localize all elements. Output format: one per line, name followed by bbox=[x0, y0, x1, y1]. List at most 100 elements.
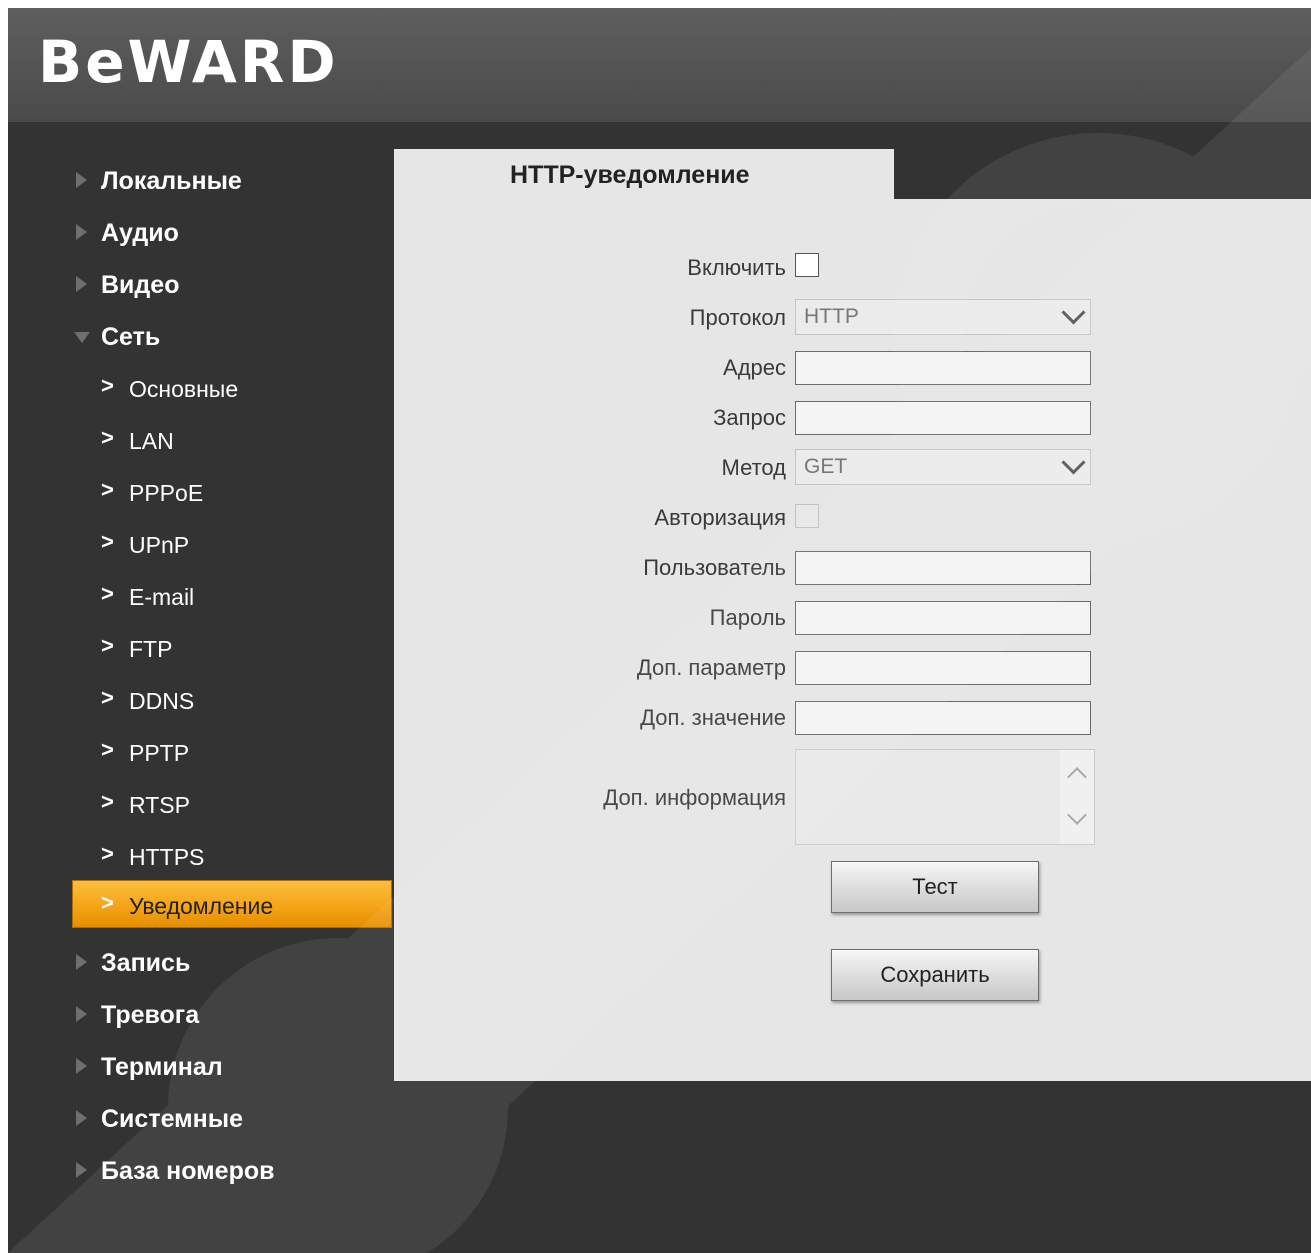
password-input[interactable] bbox=[795, 601, 1091, 635]
sidebar-item-upnp[interactable]: > UPnP bbox=[8, 520, 398, 568]
sidebar-item-label: RTSP bbox=[129, 792, 190, 818]
scroll-down-icon[interactable] bbox=[1067, 805, 1087, 825]
request-label: Запрос bbox=[713, 405, 786, 430]
chevron-right-icon: > bbox=[101, 373, 114, 398]
request-input[interactable] bbox=[795, 401, 1091, 435]
sidebar-item-label: Системные bbox=[101, 1105, 243, 1133]
chevron-right-icon: > bbox=[101, 737, 114, 762]
sidebar-item-ddns[interactable]: > DDNS bbox=[8, 676, 398, 724]
app-window: BeWARD Локальные Аудио Видео Сеть > Осно… bbox=[8, 8, 1311, 1253]
sidebar-item-label: Терминал bbox=[101, 1053, 223, 1081]
row-protocol: Протокол HTTP bbox=[394, 299, 1311, 337]
method-value: GET bbox=[804, 455, 848, 478]
settings-panel: Включить Протокол HTTP Адрес Запрос Мето… bbox=[394, 199, 1311, 1081]
tab-http-notification[interactable]: HTTP-уведомление bbox=[394, 149, 894, 201]
sidebar-item-label: Запись bbox=[101, 949, 191, 977]
address-input[interactable] bbox=[795, 351, 1091, 385]
sidebar-item-label: FTP bbox=[129, 636, 173, 662]
sidebar-item-label: Видео bbox=[101, 271, 180, 299]
collapsed-triangle-icon bbox=[76, 954, 87, 970]
protocol-label: Протокол bbox=[689, 305, 786, 330]
chevron-down-icon bbox=[1061, 450, 1086, 475]
sidebar-item-label: E-mail bbox=[129, 584, 195, 610]
sidebar-item-ftp[interactable]: > FTP bbox=[8, 624, 398, 672]
sidebar-item-pptp[interactable]: > PPTP bbox=[8, 728, 398, 776]
expanded-triangle-icon bbox=[74, 332, 90, 343]
row-method: Метод GET bbox=[394, 449, 1311, 487]
sidebar-item-email[interactable]: > E-mail bbox=[8, 572, 398, 620]
sidebar-item-label: База номеров bbox=[101, 1157, 275, 1185]
sidebar-item-pppoe[interactable]: > PPPoE bbox=[8, 468, 398, 516]
sidebar-item-local[interactable]: Локальные bbox=[8, 156, 398, 204]
collapsed-triangle-icon bbox=[76, 1110, 87, 1126]
extra-value-label: Доп. значение bbox=[640, 705, 786, 730]
collapsed-triangle-icon bbox=[76, 172, 87, 188]
sidebar-item-number-base[interactable]: База номеров bbox=[8, 1146, 398, 1194]
sidebar-item-lan[interactable]: > LAN bbox=[8, 416, 398, 464]
enable-label: Включить bbox=[687, 255, 786, 280]
chevron-right-icon: > bbox=[101, 581, 114, 606]
row-extra-value: Доп. значение bbox=[394, 699, 1311, 737]
sidebar-item-label: Основные bbox=[129, 376, 239, 402]
protocol-select[interactable]: HTTP bbox=[795, 299, 1091, 335]
save-button[interactable]: Сохранить bbox=[831, 949, 1039, 1001]
test-button[interactable]: Тест bbox=[831, 861, 1039, 913]
extra-info-label: Доп. информация bbox=[603, 785, 786, 810]
sidebar-item-label: UPnP bbox=[129, 532, 190, 558]
textarea-scrollbar[interactable] bbox=[1060, 750, 1094, 844]
sidebar-item-label: Тревога bbox=[101, 1001, 200, 1029]
sidebar-item-network[interactable]: Сеть bbox=[8, 312, 398, 360]
auth-checkbox[interactable] bbox=[795, 504, 819, 528]
row-user: Пользователь bbox=[394, 549, 1311, 587]
tab-title: HTTP-уведомление bbox=[510, 161, 750, 189]
sidebar-item-notification[interactable]: > Уведомление bbox=[72, 880, 392, 928]
sidebar-item-label: HTTPS bbox=[129, 844, 205, 870]
password-label: Пароль bbox=[709, 605, 786, 630]
collapsed-triangle-icon bbox=[76, 276, 87, 292]
chevron-right-icon: > bbox=[101, 425, 114, 450]
brand-logo: BeWARD bbox=[38, 28, 339, 96]
row-enable: Включить bbox=[394, 249, 1311, 287]
row-address: Адрес bbox=[394, 349, 1311, 387]
header-bar: BeWARD bbox=[8, 8, 1311, 122]
chevron-right-icon: > bbox=[101, 529, 114, 554]
chevron-right-icon: > bbox=[101, 685, 114, 710]
sidebar-item-terminal[interactable]: Терминал bbox=[8, 1042, 398, 1090]
scroll-up-icon[interactable] bbox=[1067, 767, 1087, 787]
collapsed-triangle-icon bbox=[76, 1058, 87, 1074]
sidebar-item-label: DDNS bbox=[129, 688, 195, 714]
row-request: Запрос bbox=[394, 399, 1311, 437]
chevron-down-icon bbox=[1061, 300, 1086, 325]
collapsed-triangle-icon bbox=[76, 1006, 87, 1022]
chevron-right-icon: > bbox=[101, 477, 114, 502]
user-label: Пользователь bbox=[643, 555, 786, 580]
collapsed-triangle-icon bbox=[76, 224, 87, 240]
user-input[interactable] bbox=[795, 551, 1091, 585]
sidebar-item-record[interactable]: Запись bbox=[8, 938, 398, 986]
method-label: Метод bbox=[721, 455, 787, 480]
sidebar-item-system[interactable]: Системные bbox=[8, 1094, 398, 1142]
sidebar-item-alarm[interactable]: Тревога bbox=[8, 990, 398, 1038]
protocol-value: HTTP bbox=[804, 305, 859, 328]
sidebar-item-label: PPTP bbox=[129, 740, 190, 766]
row-password: Пароль bbox=[394, 599, 1311, 637]
chevron-right-icon: > bbox=[101, 890, 114, 915]
method-select[interactable]: GET bbox=[795, 449, 1091, 485]
sidebar-item-https[interactable]: > HTTPS bbox=[8, 832, 398, 880]
sidebar-item-rtsp[interactable]: > RTSP bbox=[8, 780, 398, 828]
extra-info-textarea[interactable] bbox=[795, 749, 1095, 845]
address-label: Адрес bbox=[723, 355, 786, 380]
enable-checkbox[interactable] bbox=[795, 253, 819, 277]
sidebar-item-audio[interactable]: Аудио bbox=[8, 208, 398, 256]
sidebar-item-label: Аудио bbox=[101, 219, 179, 247]
extra-param-input[interactable] bbox=[795, 651, 1091, 685]
collapsed-triangle-icon bbox=[76, 1162, 87, 1178]
extra-value-input[interactable] bbox=[795, 701, 1091, 735]
sidebar-item-label: PPPoE bbox=[129, 480, 204, 506]
sidebar-item-basic[interactable]: > Основные bbox=[8, 364, 398, 412]
sidebar-item-label: Уведомление bbox=[129, 893, 274, 919]
chevron-right-icon: > bbox=[101, 841, 114, 866]
row-extra-param: Доп. параметр bbox=[394, 649, 1311, 687]
sidebar-item-video[interactable]: Видео bbox=[8, 260, 398, 308]
auth-label: Авторизация bbox=[654, 505, 786, 530]
